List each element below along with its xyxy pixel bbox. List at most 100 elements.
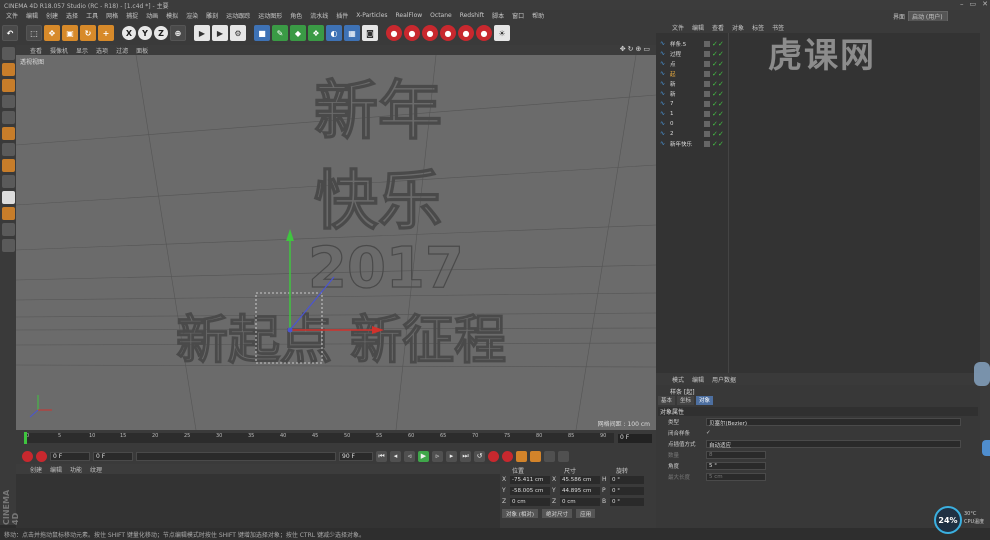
coord-mode-dropdown[interactable]: 对象 (相对) xyxy=(502,509,539,518)
type-dropdown[interactable]: 贝塞尔(Bezier) xyxy=(706,417,961,427)
timeline[interactable]: 0 5 10 15 20 25 30 35 40 45 50 55 60 65 … xyxy=(16,430,656,448)
render-settings-icon[interactable]: ⚙ xyxy=(230,25,246,41)
menu-item[interactable]: 帮助 xyxy=(528,11,548,20)
tab-object[interactable]: 对象 xyxy=(696,396,714,405)
angle-field[interactable]: 5 ° xyxy=(706,461,766,470)
menu-item[interactable]: 创建 xyxy=(42,11,62,20)
edges-mode-icon[interactable] xyxy=(1,111,15,124)
object-row[interactable]: ∿ 新 ✓ ✓ xyxy=(660,79,726,88)
move-tool-icon[interactable]: ✥ xyxy=(44,25,60,41)
snap-settings-icon[interactable] xyxy=(1,191,15,204)
subdivision-icon[interactable]: ◆ xyxy=(290,25,306,41)
menu-item[interactable]: 捕捉 xyxy=(122,11,142,20)
next-frame-icon[interactable]: ▹ xyxy=(432,450,443,462)
rotate-tool-icon[interactable]: ↻ xyxy=(80,25,96,41)
timeline-playhead[interactable] xyxy=(24,432,27,444)
next-key-icon[interactable]: ▸ xyxy=(446,450,457,462)
menu-item[interactable]: 流水线 xyxy=(306,11,332,20)
y-axis-lock-button[interactable]: Y xyxy=(138,26,152,40)
octane-material-icon[interactable]: ● xyxy=(422,25,438,41)
menu-item[interactable]: 角色 xyxy=(286,11,306,20)
menu-item[interactable]: 工具 xyxy=(82,11,102,20)
current-frame-field[interactable]: 0 F xyxy=(50,451,90,461)
material-menu-item[interactable]: 纹理 xyxy=(86,465,106,474)
menu-item[interactable]: 模拟 xyxy=(162,11,182,20)
om-menu-item[interactable]: 编辑 xyxy=(688,23,708,32)
pos-y-field[interactable]: -58.005 cm xyxy=(510,486,550,495)
am-menu-item[interactable]: 编辑 xyxy=(688,375,708,384)
size-x-field[interactable]: 45.586 cm xyxy=(560,475,600,484)
z-axis-lock-button[interactable]: Z xyxy=(154,26,168,40)
scale-tool-icon[interactable]: ▣ xyxy=(62,25,78,41)
autokey-icon[interactable] xyxy=(36,450,47,462)
object-row[interactable]: ∿ 7 ✓ ✓ xyxy=(660,99,726,108)
tweak-mode-icon[interactable] xyxy=(1,159,15,172)
frame-range-slider[interactable] xyxy=(136,451,336,461)
object-row-selected[interactable]: ∿ 起 ✓ ✓ xyxy=(660,69,726,78)
go-to-start-icon[interactable]: ⏮ xyxy=(376,450,387,462)
object-row[interactable]: ∿ 新年快乐 ✓ ✓ xyxy=(660,139,726,148)
enable-snap-icon[interactable] xyxy=(1,175,15,188)
grid-icon[interactable] xyxy=(1,223,15,236)
menu-item[interactable]: 选择 xyxy=(62,11,82,20)
am-menu-item[interactable]: 用户数据 xyxy=(708,375,740,384)
octane-camera-icon[interactable]: ● xyxy=(458,25,474,41)
tab-basic[interactable]: 基本 xyxy=(658,396,676,405)
interpolation-dropdown[interactable]: 自动适应 xyxy=(706,439,961,449)
object-row[interactable]: ∿ 0 ✓ ✓ xyxy=(660,119,726,128)
menu-item[interactable]: X-Particles xyxy=(352,12,391,19)
om-menu-item[interactable]: 查看 xyxy=(708,23,728,32)
menu-item[interactable]: 窗口 xyxy=(508,11,528,20)
om-menu-item[interactable]: 文件 xyxy=(668,23,688,32)
object-row[interactable]: ∿ 新 ✓ ✓ xyxy=(660,89,726,98)
render-view-icon[interactable]: ▶ xyxy=(194,25,210,41)
workplane-icon[interactable] xyxy=(1,207,15,220)
max-length-field[interactable]: 5 cm xyxy=(706,472,766,481)
tab-coord[interactable]: 坐标 xyxy=(677,396,695,405)
key-rotation-icon[interactable] xyxy=(502,450,513,462)
render-picture-viewer-icon[interactable]: ▶ xyxy=(212,25,228,41)
menu-item[interactable]: 脚本 xyxy=(488,11,508,20)
prev-frame-icon[interactable]: ◃ xyxy=(404,450,415,462)
make-editable-icon[interactable] xyxy=(1,47,15,60)
menu-item[interactable]: Redshift xyxy=(456,12,488,19)
maximize-icon[interactable]: ▭ xyxy=(970,0,977,8)
object-row[interactable]: ∿ 样条.5 ✓ ✓ xyxy=(660,39,726,48)
menu-item[interactable]: 雕刻 xyxy=(202,11,222,20)
floor-icon[interactable]: ▦ xyxy=(344,25,360,41)
key-pla-icon[interactable] xyxy=(544,450,555,462)
menu-item[interactable]: 渲染 xyxy=(182,11,202,20)
material-area[interactable] xyxy=(16,474,500,528)
coordinate-system-icon[interactable]: ⊕ xyxy=(170,25,186,41)
rot-p-field[interactable]: 0 ° xyxy=(610,486,644,495)
points-mode-icon[interactable] xyxy=(1,95,15,108)
min-frame-field[interactable]: 0 F xyxy=(93,451,133,461)
loop-icon[interactable]: ↺ xyxy=(474,450,485,462)
viewport-menu-item[interactable]: 选项 xyxy=(92,46,112,55)
minimize-icon[interactable]: – xyxy=(960,0,964,8)
key-position-icon[interactable] xyxy=(488,450,499,462)
rot-h-field[interactable]: 0 ° xyxy=(610,475,644,484)
apply-button[interactable]: 应用 xyxy=(576,509,596,518)
om-menu-item[interactable]: 标签 xyxy=(748,23,768,32)
menu-item[interactable]: Octane xyxy=(426,12,456,19)
live-select-icon[interactable]: ⬚ xyxy=(26,25,42,41)
record-icon[interactable] xyxy=(22,450,33,462)
number-field[interactable]: 8 xyxy=(706,450,766,459)
close-icon[interactable]: ✕ xyxy=(982,0,988,8)
pos-x-field[interactable]: -75.411 cm xyxy=(510,475,550,484)
menu-item[interactable]: 动画 xyxy=(142,11,162,20)
octane-live-icon[interactable]: ● xyxy=(386,25,402,41)
key-scale-icon[interactable] xyxy=(516,450,527,462)
menu-item[interactable]: 运动图形 xyxy=(254,11,286,20)
material-menu-item[interactable]: 创建 xyxy=(26,465,46,474)
object-row[interactable]: ∿ 2 ✓ ✓ xyxy=(660,129,726,138)
floating-scroll-handle[interactable] xyxy=(974,362,990,386)
close-spline-checkbox[interactable]: ✓ xyxy=(706,430,711,436)
om-menu-item[interactable]: 对象 xyxy=(728,23,748,32)
octane-settings-icon[interactable]: ● xyxy=(404,25,420,41)
timeline-ruler[interactable] xyxy=(24,433,614,443)
viewport-navigation-icons[interactable]: ✥↻⊕▭ xyxy=(620,45,652,53)
viewport-menu-item[interactable]: 显示 xyxy=(72,46,92,55)
menu-item[interactable]: 文件 xyxy=(2,11,22,20)
